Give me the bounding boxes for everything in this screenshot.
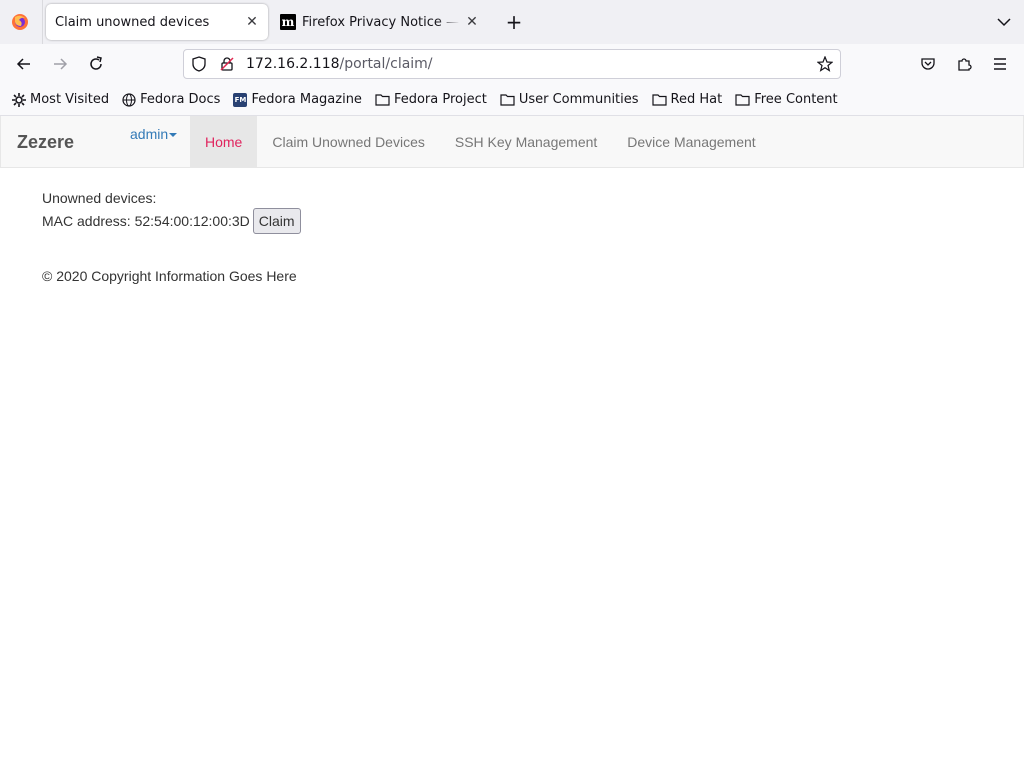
bookmark-fedora-project[interactable]: Fedora Project bbox=[375, 92, 487, 107]
bookmark-red-hat[interactable]: Red Hat bbox=[651, 92, 723, 107]
forward-arrow-icon[interactable] bbox=[46, 52, 74, 76]
insecure-lock-icon[interactable] bbox=[216, 53, 238, 75]
bookmark-label: Fedora Magazine bbox=[251, 92, 362, 107]
bookmark-label: Free Content bbox=[754, 92, 838, 107]
user-name: admin bbox=[130, 126, 169, 142]
bookmark-label: Most Visited bbox=[30, 92, 110, 107]
bookmark-label: Red Hat bbox=[670, 92, 723, 107]
folder-icon bbox=[735, 94, 750, 106]
reload-icon[interactable] bbox=[82, 52, 110, 76]
footer-copyright: © 2020 Copyright Information Goes Here bbox=[42, 268, 297, 284]
bookmark-most-visited[interactable]: Most Visited bbox=[12, 92, 109, 107]
device-mac-address: MAC address: 52:54:00:12:00:3D bbox=[42, 213, 250, 229]
tab-strip: Claim unowned devices ✕ m Firefox Privac… bbox=[0, 0, 1024, 44]
url-text[interactable]: 172.16.2.118/portal/claim/ bbox=[246, 56, 814, 72]
tab-separator bbox=[42, 0, 43, 44]
pocket-icon[interactable] bbox=[914, 52, 942, 76]
bookmark-free-content[interactable]: Free Content bbox=[735, 92, 838, 107]
close-icon[interactable]: ✕ bbox=[460, 10, 484, 34]
address-bar[interactable]: 172.16.2.118/portal/claim/ bbox=[183, 49, 841, 79]
fedora-magazine-icon: FM bbox=[233, 92, 248, 107]
url-host: 172.16.2.118 bbox=[246, 56, 340, 72]
globe-icon bbox=[122, 92, 136, 107]
close-icon[interactable]: ✕ bbox=[240, 10, 264, 34]
navigation-toolbar: 172.16.2.118/portal/claim/ bbox=[0, 44, 1024, 84]
bookmarks-toolbar: Most Visited Fedora Docs FM Fedora Magaz… bbox=[0, 84, 1024, 116]
folder-icon bbox=[651, 94, 667, 106]
back-arrow-icon[interactable] bbox=[10, 52, 38, 76]
brand-logo[interactable]: Zezere bbox=[17, 132, 74, 153]
hamburger-menu-icon[interactable] bbox=[986, 52, 1014, 76]
mozilla-favicon-icon: m bbox=[280, 14, 296, 30]
bookmark-star-icon[interactable] bbox=[814, 53, 836, 75]
tab-title: Claim unowned devices bbox=[55, 14, 210, 30]
bookmark-label: User Communities bbox=[518, 92, 639, 107]
tab-claim-unowned-devices[interactable]: Claim unowned devices ✕ bbox=[46, 4, 268, 40]
claim-button[interactable]: Claim bbox=[252, 208, 301, 234]
tab-title: Firefox Privacy Notice — Mozilla bbox=[302, 14, 460, 30]
new-tab-plus-icon[interactable]: + bbox=[502, 10, 526, 34]
gear-icon bbox=[12, 92, 26, 107]
bookmark-label: Fedora Docs bbox=[140, 92, 221, 107]
bookmark-fedora-docs[interactable]: Fedora Docs bbox=[122, 92, 220, 107]
nav-device-management[interactable]: Device Management bbox=[612, 116, 770, 167]
folder-icon bbox=[375, 94, 390, 106]
folder-icon bbox=[500, 94, 515, 106]
unowned-devices-heading: Unowned devices: bbox=[42, 190, 157, 206]
nav-ssh-key-management[interactable]: SSH Key Management bbox=[440, 116, 612, 167]
caret-down-icon bbox=[169, 133, 178, 137]
site-nav-links: Home Claim Unowned Devices SSH Key Manag… bbox=[190, 116, 771, 167]
extensions-puzzle-icon[interactable] bbox=[950, 52, 978, 76]
firefox-menu-icon[interactable] bbox=[8, 11, 32, 33]
nav-claim-unowned-devices[interactable]: Claim Unowned Devices bbox=[257, 116, 440, 167]
tab-firefox-privacy-notice[interactable]: m Firefox Privacy Notice — Mozilla ✕ bbox=[276, 4, 488, 40]
site-navbar: Zezere admin Home Claim Unowned Devices … bbox=[0, 116, 1024, 168]
user-menu-dropdown[interactable]: admin bbox=[130, 126, 178, 142]
chevron-down-icon[interactable] bbox=[992, 10, 1016, 34]
bookmark-fedora-magazine[interactable]: FM Fedora Magazine bbox=[233, 92, 362, 107]
bookmark-user-communities[interactable]: User Communities bbox=[500, 92, 639, 107]
main-content: Unowned devices: MAC address: 52:54:00:1… bbox=[42, 188, 301, 234]
device-row: MAC address: 52:54:00:12:00:3D Claim bbox=[42, 208, 301, 234]
url-path: /portal/claim/ bbox=[339, 56, 433, 72]
shield-icon[interactable] bbox=[188, 53, 210, 75]
nav-home[interactable]: Home bbox=[190, 116, 258, 167]
bookmark-label: Fedora Project bbox=[393, 92, 487, 107]
